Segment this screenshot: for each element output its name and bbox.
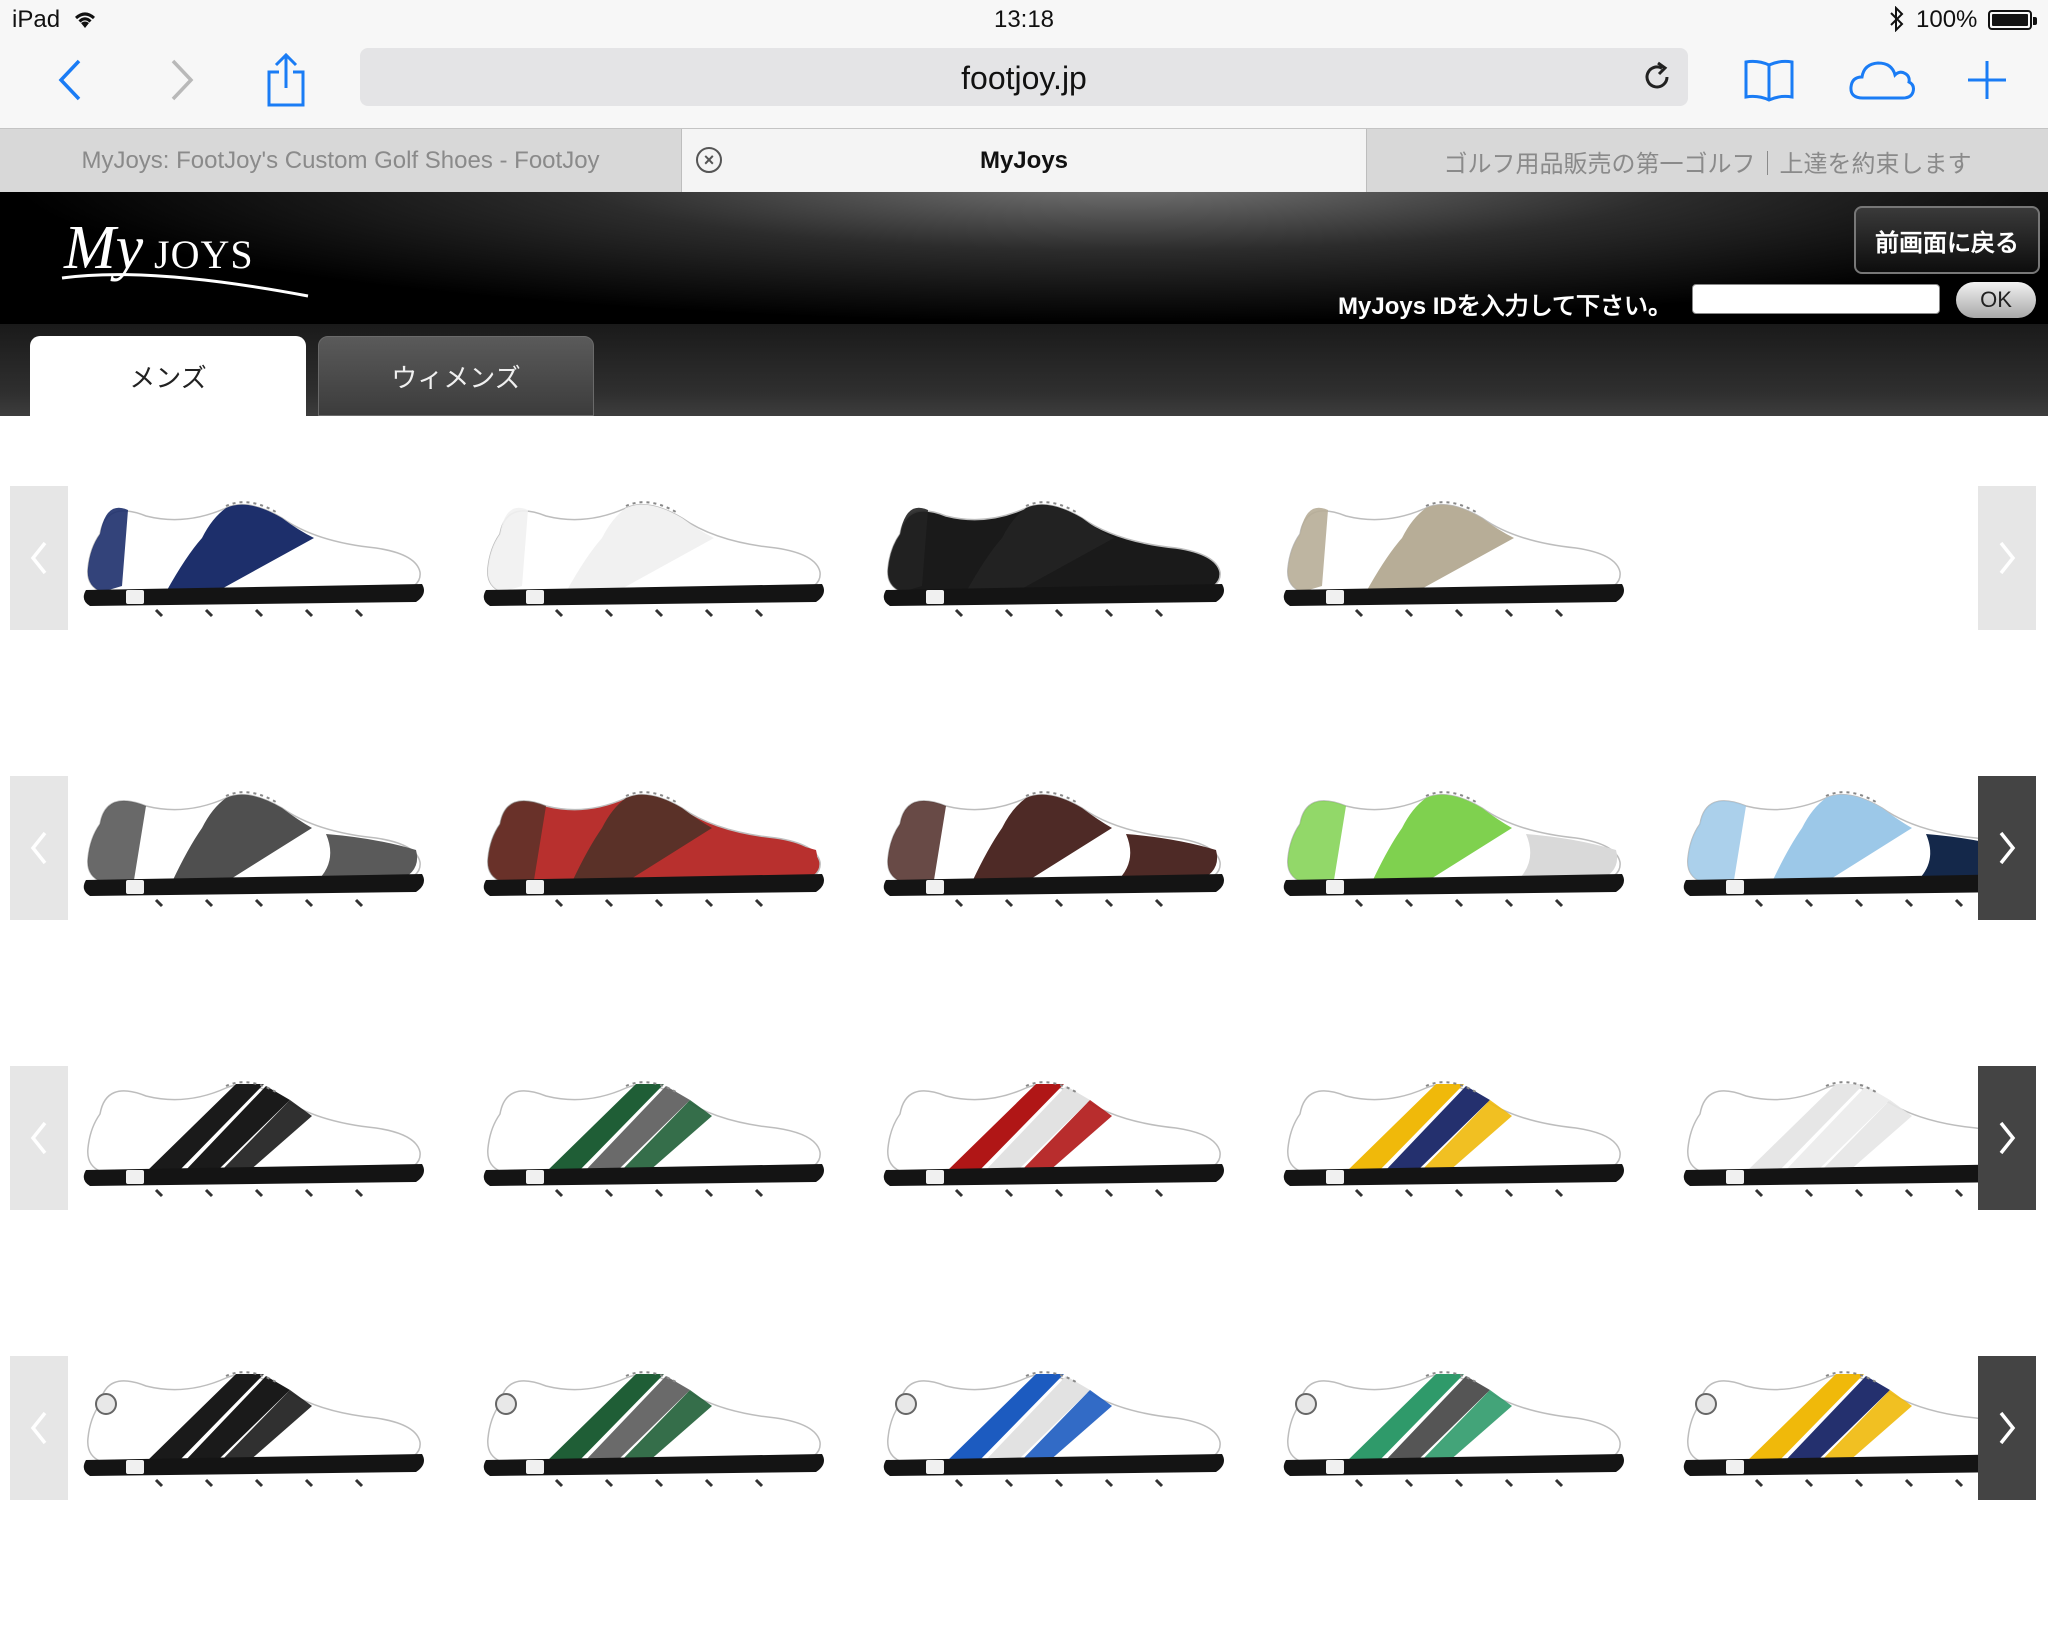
category-tabs: メンズ ウィメンズ: [0, 324, 2048, 416]
share-icon[interactable]: [262, 50, 310, 110]
shoe-model-thumbnail[interactable]: [1276, 486, 1636, 636]
new-tab-plus-icon[interactable]: [1962, 50, 2012, 110]
tab-label: ゴルフ用品販売の第一ゴルフ｜上達を約束します: [1443, 150, 1972, 178]
shoe-model-thumbnail[interactable]: [1276, 1066, 1636, 1216]
shoe-row: [0, 776, 2048, 1066]
shoe-model-thumbnail[interactable]: [476, 1356, 836, 1506]
shoe-model-thumbnail[interactable]: [876, 486, 1236, 636]
next-arrow-icon[interactable]: [1978, 1066, 2036, 1210]
reload-icon[interactable]: [1640, 60, 1674, 99]
shoe-model-thumbnail[interactable]: [1276, 1356, 1636, 1506]
url-host: footjoy.jp: [961, 60, 1087, 96]
battery-icon: [1988, 10, 2037, 30]
back-to-previous-button[interactable]: 前画面に戻る: [1854, 206, 2040, 274]
status-bar: iPad 13:18 100%: [0, 0, 2048, 42]
forward-chevron-icon[interactable]: [160, 50, 204, 110]
svg-text:My: My: [63, 214, 144, 282]
tab-label: MyJoys: [979, 147, 1069, 174]
shoe-model-thumbnail[interactable]: [476, 776, 836, 926]
category-tab-womens[interactable]: ウィメンズ: [318, 336, 594, 416]
tab-daiichi-golf[interactable]: ゴルフ用品販売の第一ゴルフ｜上達を約束します: [1366, 129, 2048, 193]
prev-arrow-icon[interactable]: [10, 1066, 68, 1210]
shoe-model-thumbnail[interactable]: [76, 1356, 436, 1506]
bookmarks-icon[interactable]: [1742, 50, 1796, 110]
prev-arrow-icon[interactable]: [10, 776, 68, 920]
shoe-model-thumbnail[interactable]: [76, 486, 436, 636]
tab-label: MyJoys: FootJoy's Custom Golf Shoes - Fo…: [81, 147, 600, 174]
shoe-model-thumbnail[interactable]: [76, 1066, 436, 1216]
category-tab-mens[interactable]: メンズ: [30, 336, 306, 416]
clock: 13:18: [993, 6, 1055, 33]
shoe-model-thumbnail[interactable]: [876, 776, 1236, 926]
site-header: My JOYS 前画面に戻る MyJoys IDを入力して下さい。 OK: [0, 192, 2048, 324]
shoe-model-thumbnail[interactable]: [76, 776, 436, 926]
prev-arrow-icon[interactable]: [10, 1356, 68, 1500]
shoe-row: [0, 1066, 2048, 1356]
next-arrow-icon[interactable]: [1978, 486, 2036, 630]
battery-percent: 100%: [1916, 6, 1978, 33]
svg-text:JOYS: JOYS: [154, 232, 254, 277]
tab-footjoy-custom[interactable]: MyJoys: FootJoy's Custom Golf Shoes - Fo…: [0, 129, 682, 193]
next-arrow-icon[interactable]: [1978, 776, 2036, 920]
shoe-model-thumbnail[interactable]: [876, 1356, 1236, 1506]
myjoys-id-input[interactable]: [1692, 284, 1940, 314]
ok-button[interactable]: OK: [1956, 282, 2036, 318]
close-tab-icon[interactable]: ×: [696, 147, 722, 173]
icloud-tabs-icon[interactable]: [1846, 50, 1918, 110]
address-bar[interactable]: footjoy.jp: [360, 48, 1688, 106]
next-arrow-icon[interactable]: [1978, 1356, 2036, 1500]
myjoys-id-label: MyJoys IDを入力して下さい。: [1338, 293, 1672, 320]
shoe-grid: [0, 416, 2048, 1536]
browser-toolbar: footjoy.jp: [0, 42, 2048, 128]
tab-myjoys[interactable]: × MyJoys: [682, 129, 1366, 193]
tab-bar: MyJoys: FootJoy's Custom Golf Shoes - Fo…: [0, 128, 2048, 193]
shoe-model-thumbnail[interactable]: [876, 1066, 1236, 1216]
shoe-row: [0, 1356, 2048, 1646]
shoe-row: [0, 486, 2048, 776]
prev-arrow-icon[interactable]: [10, 486, 68, 630]
myjoys-logo[interactable]: My JOYS: [58, 208, 318, 313]
back-chevron-icon[interactable]: [48, 50, 92, 110]
shoe-model-thumbnail[interactable]: [1276, 776, 1636, 926]
shoe-model-thumbnail[interactable]: [476, 1066, 836, 1216]
shoe-model-thumbnail[interactable]: [476, 486, 836, 636]
bluetooth-icon: [1888, 5, 1906, 39]
